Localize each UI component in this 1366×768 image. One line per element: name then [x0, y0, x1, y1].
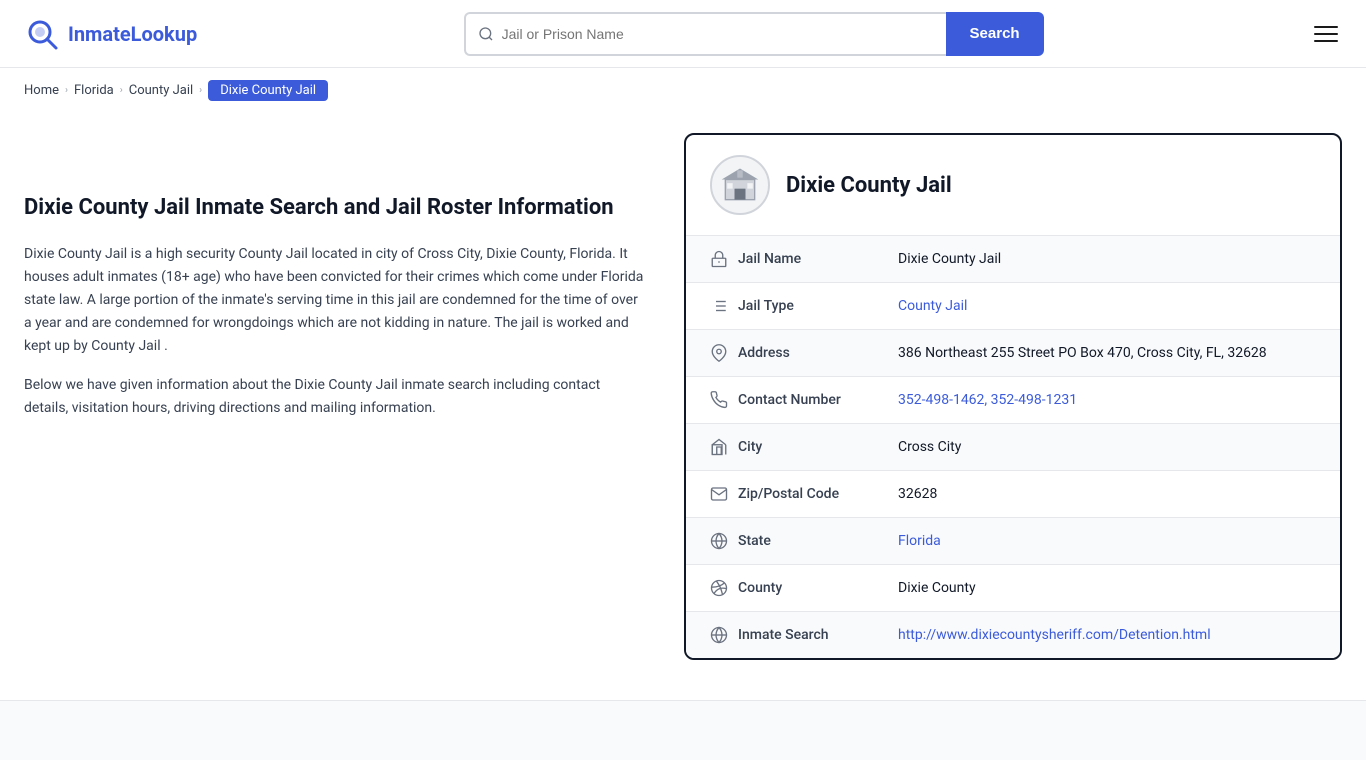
- county-icon: [710, 579, 738, 597]
- page-title: Dixie County Jail Inmate Search and Jail…: [24, 193, 644, 223]
- jail-avatar: [710, 155, 770, 215]
- left-panel: Dixie County Jail Inmate Search and Jail…: [24, 133, 684, 660]
- city-icon: [710, 438, 738, 456]
- row-value[interactable]: Florida: [898, 533, 1316, 549]
- row-value[interactable]: 352-498-1462, 352-498-1231: [898, 392, 1316, 408]
- breadcrumb-county-jail[interactable]: County Jail: [129, 83, 193, 98]
- search-input[interactable]: [502, 26, 934, 42]
- row-label: Address: [738, 345, 898, 361]
- row-label: City: [738, 439, 898, 455]
- location-icon: [710, 344, 738, 362]
- row-value: Dixie County Jail: [898, 251, 1316, 267]
- table-row: Inmate Searchhttp://www.dixiecountysheri…: [686, 612, 1340, 658]
- row-value: 32628: [898, 486, 1316, 502]
- row-value: Cross City: [898, 439, 1316, 455]
- info-card: Dixie County Jail Jail NameDixie County …: [684, 133, 1342, 660]
- chevron-icon-2: ›: [120, 85, 123, 96]
- row-label: Inmate Search: [738, 627, 898, 643]
- breadcrumb: Home › Florida › County Jail › Dixie Cou…: [0, 68, 1366, 113]
- hamburger-line-3: [1314, 40, 1338, 42]
- row-link[interactable]: Florida: [898, 533, 941, 549]
- header: InmateLookup Search: [0, 0, 1366, 68]
- logo-link[interactable]: InmateLookup: [24, 16, 197, 52]
- card-title: Dixie County Jail: [786, 173, 952, 198]
- breadcrumb-florida[interactable]: Florida: [74, 83, 114, 98]
- table-row: Address386 Northeast 255 Street PO Box 4…: [686, 330, 1340, 377]
- web-icon: [710, 626, 738, 644]
- search-input-wrapper: [464, 12, 946, 56]
- row-label: Contact Number: [738, 392, 898, 408]
- row-value[interactable]: County Jail: [898, 298, 1316, 314]
- row-value[interactable]: http://www.dixiecountysheriff.com/Detent…: [898, 627, 1316, 643]
- breadcrumb-home[interactable]: Home: [24, 83, 59, 98]
- table-row: Zip/Postal Code32628: [686, 471, 1340, 518]
- main-content: Dixie County Jail Inmate Search and Jail…: [0, 113, 1366, 700]
- breadcrumb-current: Dixie County Jail: [208, 80, 328, 101]
- table-row: StateFlorida: [686, 518, 1340, 565]
- search-form: Search: [464, 12, 1044, 56]
- chevron-icon-3: ›: [199, 85, 202, 96]
- row-value: Dixie County: [898, 580, 1316, 596]
- chevron-icon-1: ›: [65, 85, 68, 96]
- hamburger-button[interactable]: [1310, 22, 1342, 46]
- row-label: County: [738, 580, 898, 596]
- hamburger-line-1: [1314, 26, 1338, 28]
- row-value: 386 Northeast 255 Street PO Box 470, Cro…: [898, 345, 1316, 361]
- row-label: State: [738, 533, 898, 549]
- globe-icon: [710, 532, 738, 550]
- building-icon: [718, 163, 762, 207]
- row-link[interactable]: http://www.dixiecountysheriff.com/Detent…: [898, 627, 1211, 643]
- search-icon: [478, 26, 494, 42]
- table-row: CityCross City: [686, 424, 1340, 471]
- table-row: Jail TypeCounty Jail: [686, 283, 1340, 330]
- hamburger-line-2: [1314, 33, 1338, 35]
- footer-bar: [0, 700, 1366, 760]
- row-label: Jail Name: [738, 251, 898, 267]
- mail-icon: [710, 485, 738, 503]
- row-label: Zip/Postal Code: [738, 486, 898, 502]
- list-icon: [710, 297, 738, 315]
- table-row: CountyDixie County: [686, 565, 1340, 612]
- jail-icon: [710, 250, 738, 268]
- right-panel: Dixie County Jail Jail NameDixie County …: [684, 133, 1342, 660]
- search-container: Search: [237, 12, 1270, 56]
- logo-text: InmateLookup: [68, 22, 197, 46]
- phone-icon: [710, 391, 738, 409]
- page-description-2: Below we have given information about th…: [24, 374, 644, 420]
- info-table: Jail NameDixie County JailJail TypeCount…: [686, 236, 1340, 658]
- table-row: Contact Number352-498-1462, 352-498-1231: [686, 377, 1340, 424]
- card-header: Dixie County Jail: [686, 135, 1340, 236]
- logo-icon: [24, 16, 60, 52]
- row-link[interactable]: 352-498-1462, 352-498-1231: [898, 392, 1077, 408]
- row-label: Jail Type: [738, 298, 898, 314]
- row-link[interactable]: County Jail: [898, 298, 967, 314]
- table-row: Jail NameDixie County Jail: [686, 236, 1340, 283]
- search-button[interactable]: Search: [946, 12, 1044, 56]
- page-description-1: Dixie County Jail is a high security Cou…: [24, 243, 644, 358]
